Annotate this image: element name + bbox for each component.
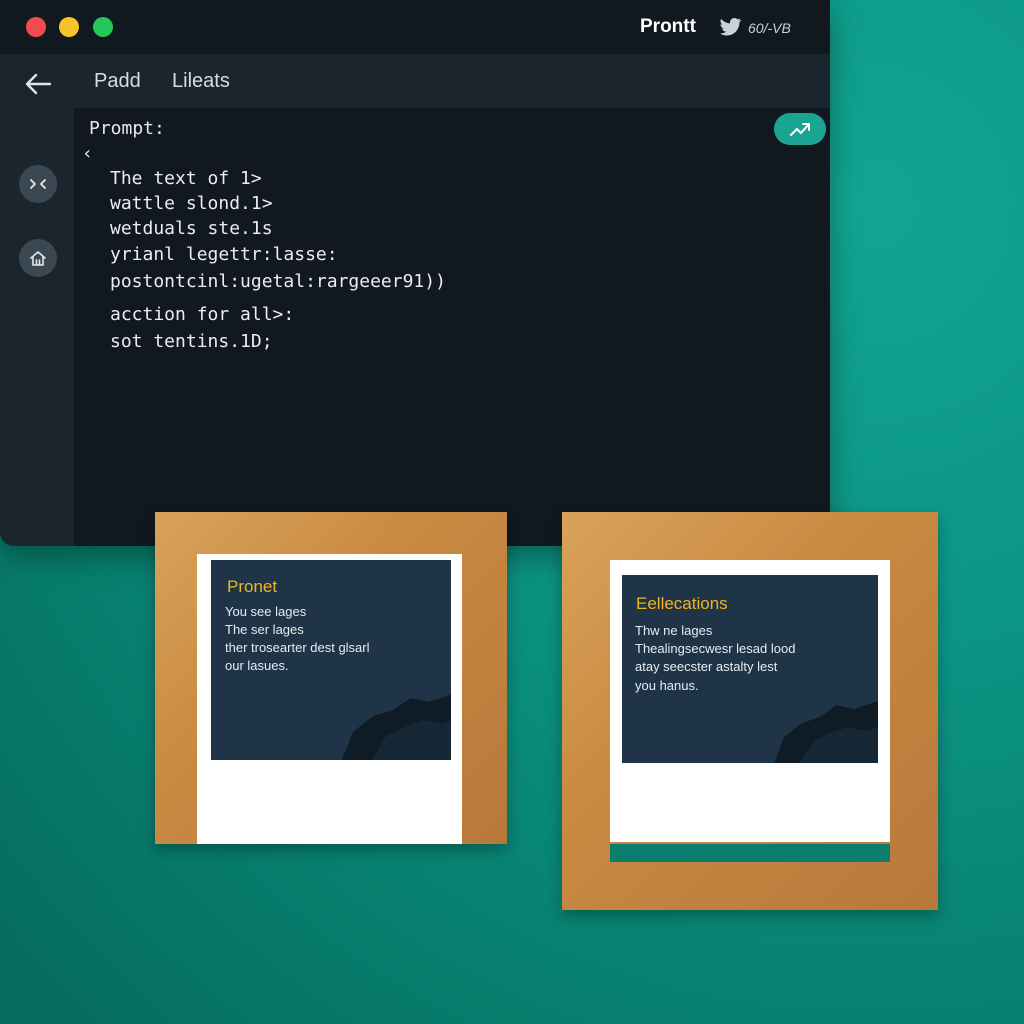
- nav-item-lileats[interactable]: Lileats: [172, 70, 230, 93]
- maximize-window-button[interactable]: [93, 17, 113, 37]
- trend-button[interactable]: [774, 113, 826, 145]
- card-text: our lasues.: [225, 658, 289, 673]
- card: Pronet You see lages The ser lages ther …: [211, 560, 451, 760]
- window-title: Prontt: [640, 16, 696, 37]
- card-text: You see lages: [225, 604, 307, 619]
- minimize-window-button[interactable]: [59, 17, 79, 37]
- close-window-button[interactable]: [26, 17, 46, 37]
- card-text: atay seecster astalty lest: [635, 659, 778, 674]
- picture-frame: Pronet You see lages The ser lages ther …: [155, 512, 507, 844]
- sidebar: [0, 108, 74, 546]
- card-title: Pronet: [227, 577, 278, 596]
- app-window: Prontt 60/-VB Padd Lileats Prompt: ‹ The…: [0, 0, 830, 546]
- code-line: wetduals ste.1s: [110, 218, 273, 239]
- card-text: you hanus.: [635, 678, 699, 693]
- rock-illustration: [341, 694, 451, 760]
- card-text: The ser lages: [225, 622, 304, 637]
- code-line: sot tentins.1D;: [110, 331, 273, 352]
- code-line: wattle slond.1>: [110, 193, 273, 214]
- back-icon[interactable]: [24, 72, 52, 96]
- card-text: ther trosearter dest glsarl: [225, 640, 370, 655]
- prompt-editor[interactable]: Prompt: ‹ The text of 1> wattle slond.1>…: [74, 108, 830, 546]
- collapse-button[interactable]: [19, 165, 57, 203]
- bird-icon[interactable]: [720, 17, 742, 37]
- account-handle: 60/-VB: [748, 20, 791, 36]
- nav-bar: Padd Lileats: [0, 54, 830, 108]
- caret-symbol: ‹: [82, 143, 93, 164]
- card-title: Eellecations: [636, 594, 728, 613]
- picture-frame: Eellecations Thw ne lages Thealingsecwes…: [562, 512, 938, 910]
- rock-illustration: [774, 701, 878, 763]
- home-button[interactable]: [19, 239, 57, 277]
- code-line: The text of 1>: [110, 168, 262, 189]
- card-text: Thw ne lages: [635, 623, 713, 638]
- code-line: yrianl legettr:lasse:: [110, 244, 338, 265]
- card-text: Thealingsecwesr lesad lood: [635, 641, 796, 656]
- nav-item-padd[interactable]: Padd: [94, 70, 141, 93]
- code-line: acction for all>:: [110, 304, 295, 325]
- card: Eellecations Thw ne lages Thealingsecwes…: [622, 575, 878, 763]
- code-line: postontcinl:ugetal:rargeeer91)): [110, 271, 446, 292]
- title-bar: Prontt 60/-VB: [0, 0, 830, 54]
- frame-strip: [610, 844, 890, 862]
- prompt-label: Prompt:: [89, 118, 165, 139]
